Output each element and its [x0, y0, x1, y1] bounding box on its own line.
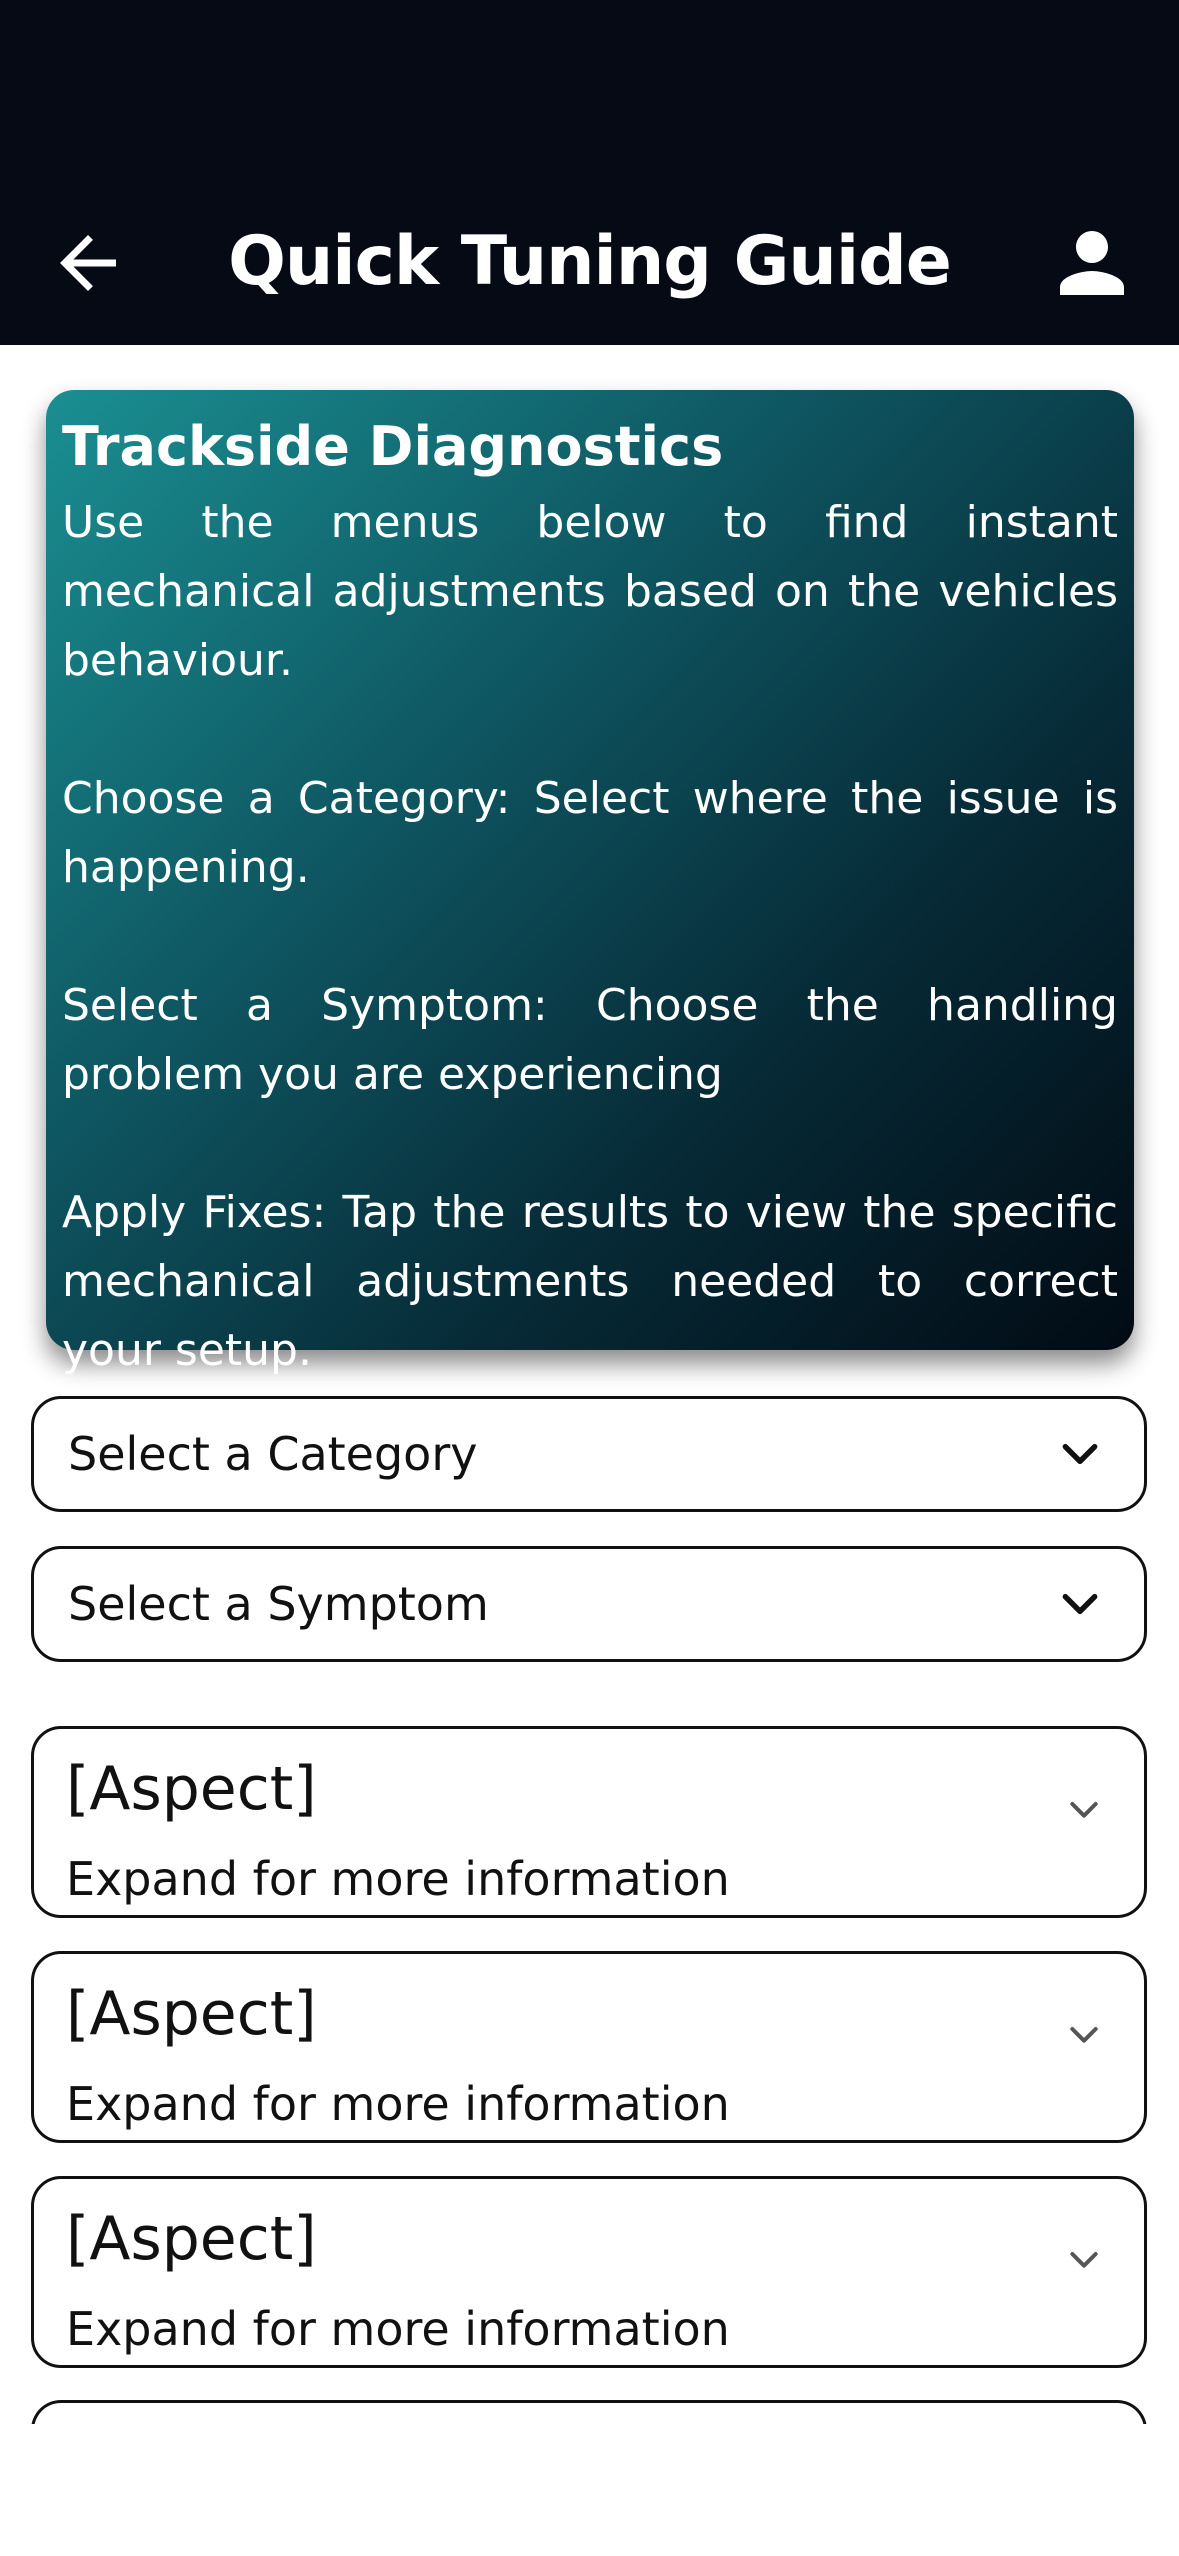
aspect-title: [Aspect]: [66, 2204, 317, 2274]
chevron-down-icon: [1056, 1580, 1104, 1628]
aspect-expandable-card[interactable]: [Aspect] Expand for more information: [31, 1951, 1147, 2143]
chevron-down-icon: [1056, 1430, 1104, 1478]
person-icon: [1060, 231, 1124, 295]
app-bar: Quick Tuning Guide: [0, 0, 1179, 345]
symptom-dropdown-label: Select a Symptom: [68, 1577, 489, 1631]
aspect-title: [Aspect]: [66, 1754, 317, 1824]
info-card-title: Trackside Diagnostics: [62, 415, 724, 478]
aspect-subtitle: Expand for more information: [66, 2302, 730, 2356]
info-paragraph-intro: Use the menus below to find instant mech…: [62, 497, 1118, 686]
aspect-subtitle: Expand for more information: [66, 1852, 730, 1906]
expand-chevron-icon[interactable]: [1060, 1785, 1108, 1833]
category-dropdown[interactable]: Select a Category: [31, 1396, 1147, 1512]
expand-chevron-icon[interactable]: [1060, 2235, 1108, 2283]
profile-button[interactable]: [1042, 213, 1142, 313]
aspect-title: [Aspect]: [66, 1979, 317, 2049]
category-dropdown-label: Select a Category: [68, 1427, 478, 1481]
symptom-dropdown[interactable]: Select a Symptom: [31, 1546, 1147, 1662]
info-paragraph-category: Choose a Category: Select where the issu…: [62, 773, 1118, 893]
info-paragraph-symptom: Select a Symptom: Choose the handling pr…: [62, 980, 1118, 1100]
expand-chevron-icon[interactable]: [1060, 2010, 1108, 2058]
page-title: Quick Tuning Guide: [228, 222, 952, 301]
info-paragraph-fixes: Apply Fixes: Tap the results to view the…: [62, 1187, 1118, 1376]
aspect-expandable-card[interactable]: [Aspect] Expand for more information: [31, 1726, 1147, 1918]
trackside-diagnostics-card: Trackside Diagnostics Use the menus belo…: [46, 390, 1134, 1376]
aspect-subtitle: Expand for more information: [66, 2077, 730, 2131]
scroll-clip-area: [0, 2424, 1179, 2556]
aspect-expandable-card[interactable]: [Aspect] Expand for more information: [31, 2176, 1147, 2368]
